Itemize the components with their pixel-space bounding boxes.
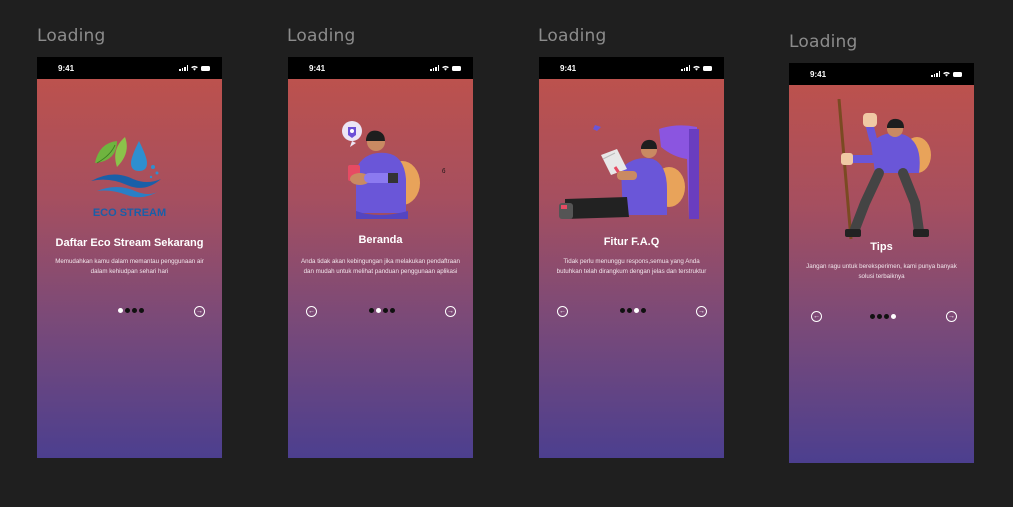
screen-title: Beranda bbox=[358, 234, 403, 246]
page-dot[interactable] bbox=[390, 308, 395, 313]
battery-icon bbox=[703, 65, 712, 71]
hiker-with-stick-illustration bbox=[837, 99, 931, 240]
frame-label-1: Loading bbox=[37, 26, 106, 46]
arrow-left-circle-icon[interactable]: ← bbox=[557, 306, 568, 317]
decorative-glyph: б bbox=[442, 169, 446, 175]
frame-label-2: Loading bbox=[287, 26, 356, 46]
page-dot[interactable] bbox=[132, 308, 137, 313]
logo-text: ECO STREAM bbox=[92, 207, 167, 219]
status-time: 9:41 bbox=[58, 64, 75, 73]
page-dot[interactable] bbox=[891, 314, 896, 319]
page-indicator bbox=[620, 308, 646, 313]
arrow-left-circle-icon[interactable]: ← bbox=[306, 306, 317, 317]
status-time: 9:41 bbox=[810, 70, 827, 79]
onboarding-screen-3: 9:41 Fitur F.A.Q Tidak perlu menunggu re… bbox=[539, 57, 724, 458]
battery-icon bbox=[452, 65, 461, 71]
screen-title: Fitur F.A.Q bbox=[603, 236, 660, 248]
status-bar: 9:41 bbox=[37, 57, 222, 79]
page-dot[interactable] bbox=[125, 308, 130, 313]
status-time: 9:41 bbox=[309, 64, 326, 73]
arrow-right-circle-icon[interactable]: → bbox=[696, 306, 707, 317]
cellular-signal-icon bbox=[179, 65, 188, 71]
status-bar: 9:41 bbox=[288, 57, 473, 79]
page-dot[interactable] bbox=[884, 314, 889, 319]
arrow-right-circle-icon[interactable]: → bbox=[946, 311, 957, 322]
arrow-right-circle-icon[interactable]: → bbox=[445, 306, 456, 317]
person-with-phone-illustration bbox=[342, 121, 420, 219]
person-reading-illustration bbox=[559, 125, 699, 219]
screen-title: Tips bbox=[870, 241, 893, 253]
page-dot[interactable] bbox=[877, 314, 882, 319]
battery-icon bbox=[201, 65, 210, 71]
page-dot[interactable] bbox=[641, 308, 646, 313]
frame-label-4: Loading bbox=[789, 32, 858, 52]
page-dot[interactable] bbox=[627, 308, 632, 313]
page-indicator bbox=[870, 314, 896, 319]
page-dot[interactable] bbox=[139, 308, 144, 313]
screen-description: Tidak perlu menunggu respons,semua yang … bbox=[556, 258, 707, 275]
onboarding-screen-2: 9:41 б Beranda Anda tidak akan kebingung… bbox=[288, 57, 473, 458]
screen-description: Anda tidak akan kebingungan jika melakuk… bbox=[301, 258, 460, 275]
page-dot[interactable] bbox=[634, 308, 639, 313]
page-dot[interactable] bbox=[369, 308, 374, 313]
arrow-right-circle-icon[interactable]: → bbox=[194, 306, 205, 317]
status-bar: 9:41 bbox=[539, 57, 724, 79]
wifi-icon bbox=[442, 65, 449, 71]
page-dot[interactable] bbox=[376, 308, 381, 313]
page-dot[interactable] bbox=[118, 308, 123, 313]
screen-description: Jangan ragu untuk bereksperimen, kami pu… bbox=[806, 263, 957, 280]
status-time: 9:41 bbox=[560, 64, 577, 73]
onboarding-screen-1: 9:41 ECO STREAM Daftar Eco Stream Sekara… bbox=[37, 57, 222, 458]
arrow-left-circle-icon[interactable]: ← bbox=[811, 311, 822, 322]
cellular-signal-icon bbox=[931, 71, 940, 77]
status-bar: 9:41 bbox=[789, 63, 974, 85]
page-dot[interactable] bbox=[620, 308, 625, 313]
page-indicator bbox=[369, 308, 395, 313]
cellular-signal-icon bbox=[681, 65, 690, 71]
cellular-signal-icon bbox=[430, 65, 439, 71]
wifi-icon bbox=[693, 65, 700, 71]
screen-title: Daftar Eco Stream Sekarang bbox=[55, 237, 204, 249]
page-dot[interactable] bbox=[383, 308, 388, 313]
screen-description: Memudahkan kamu dalam memantau penggunaa… bbox=[55, 258, 204, 275]
page-dot[interactable] bbox=[870, 314, 875, 319]
wifi-icon bbox=[191, 65, 198, 71]
frame-label-3: Loading bbox=[538, 26, 607, 46]
onboarding-screen-4: 9:41 Tips Jangan ragu untuk bereksperime… bbox=[789, 63, 974, 463]
page-indicator bbox=[118, 308, 144, 313]
battery-icon bbox=[953, 71, 962, 77]
wifi-icon bbox=[943, 71, 950, 77]
